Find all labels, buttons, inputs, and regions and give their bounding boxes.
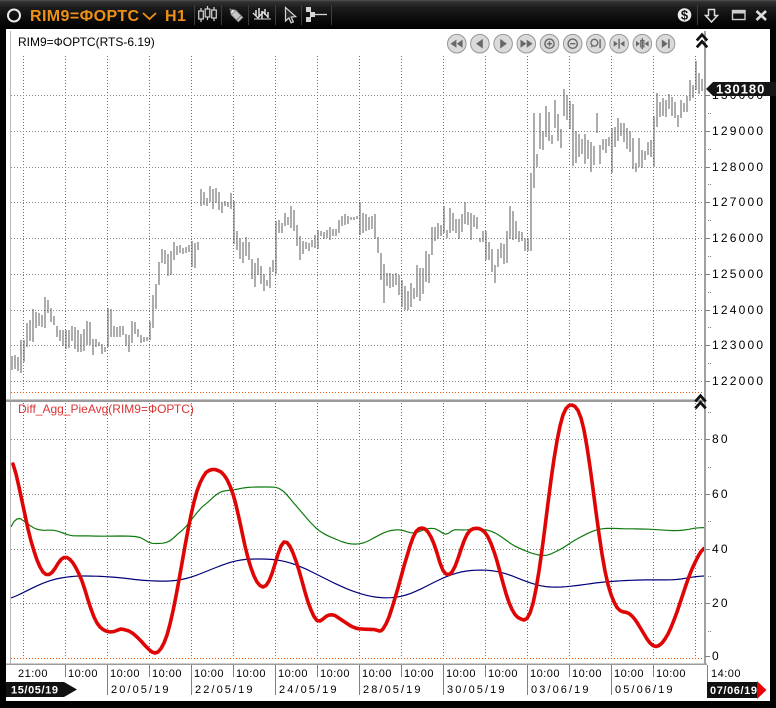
svg-text:129000: 129000 (712, 124, 765, 138)
svg-text:130180: 130180 (716, 82, 765, 97)
svg-text:15/05/19: 15/05/19 (11, 685, 59, 697)
svg-text:10:00: 10:00 (152, 668, 182, 680)
svg-text:20/05/19: 20/05/19 (111, 684, 171, 696)
svg-text:0: 0 (712, 649, 721, 663)
svg-text:07/06/19: 07/06/19 (710, 685, 758, 697)
svg-text:03/06/19: 03/06/19 (531, 684, 591, 696)
svg-text:10:00: 10:00 (236, 668, 266, 680)
svg-text:125000: 125000 (712, 267, 765, 281)
svg-text:10:00: 10:00 (278, 668, 308, 680)
svg-text:20: 20 (712, 596, 730, 610)
svg-text:10:00: 10:00 (194, 668, 224, 680)
svg-text:10:00: 10:00 (404, 668, 434, 680)
svg-text:10:00: 10:00 (488, 668, 518, 680)
svg-text:122000: 122000 (712, 374, 765, 388)
svg-text:60: 60 (712, 487, 730, 501)
svg-text:H1: H1 (165, 8, 186, 25)
svg-text:RIM9=ФОРТС(RTS-6.19): RIM9=ФОРТС(RTS-6.19) (18, 35, 155, 49)
svg-text:10:00: 10:00 (530, 668, 560, 680)
svg-text:128000: 128000 (712, 160, 765, 174)
svg-text:10:00: 10:00 (614, 668, 644, 680)
svg-text:14:00: 14:00 (711, 668, 741, 680)
svg-text:RIM9=ФОРТС: RIM9=ФОРТС (30, 8, 140, 25)
svg-text:10:00: 10:00 (320, 668, 350, 680)
svg-text:123000: 123000 (712, 338, 765, 352)
svg-text:126000: 126000 (712, 231, 765, 245)
svg-text:30/05/19: 30/05/19 (447, 684, 507, 696)
svg-text:10:00: 10:00 (572, 668, 602, 680)
svg-text:05/06/19: 05/06/19 (615, 684, 675, 696)
svg-text:22/05/19: 22/05/19 (195, 684, 255, 696)
svg-text:40: 40 (712, 542, 730, 556)
svg-text:10:00: 10:00 (362, 668, 392, 680)
svg-text:10:00: 10:00 (68, 668, 98, 680)
svg-text:$: $ (681, 8, 689, 23)
svg-text:28/05/19: 28/05/19 (363, 684, 423, 696)
svg-text:10:00: 10:00 (446, 668, 476, 680)
svg-text:Diff_Agg_PieAvg(RIM9=ФОРТС): Diff_Agg_PieAvg(RIM9=ФОРТС) (18, 402, 194, 416)
svg-text:127000: 127000 (712, 195, 765, 209)
svg-text:21:00: 21:00 (18, 668, 48, 680)
svg-text:24/05/19: 24/05/19 (279, 684, 339, 696)
svg-text:80: 80 (712, 432, 730, 446)
svg-text:10:00: 10:00 (656, 668, 686, 680)
svg-text:10:00: 10:00 (110, 668, 140, 680)
svg-text:124000: 124000 (712, 303, 765, 317)
